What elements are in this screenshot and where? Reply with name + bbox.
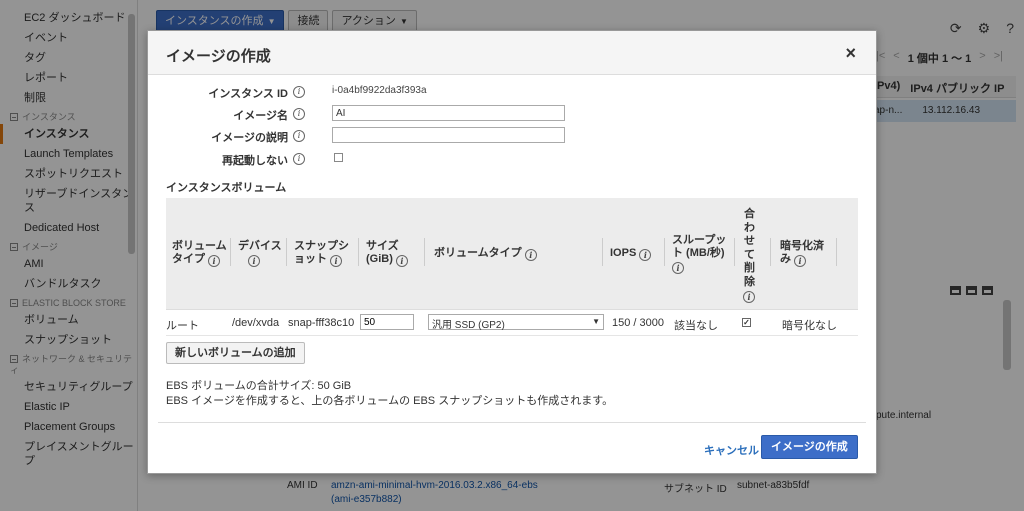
total-size-text: EBS ボリュームの合計サイズ: 50 GiB: [166, 380, 352, 392]
info-icon[interactable]: i: [293, 130, 305, 142]
no-reboot-row: 再起動しない i: [148, 150, 648, 168]
column-header-volume-type: ボリューム タイプ i: [172, 240, 227, 267]
table-row: ルート /dev/xvda snap-fff38c10 汎用 SSD (GP2)…: [166, 310, 858, 336]
column-divider: [602, 238, 603, 266]
image-description-input[interactable]: [332, 127, 565, 143]
instance-id-label: インスタンス ID: [208, 88, 288, 100]
image-name-row: イメージ名 i: [148, 105, 648, 123]
snapshot-cell: snap-fff38c10: [288, 317, 355, 329]
image-name-input[interactable]: [332, 105, 565, 121]
column-divider: [358, 238, 359, 266]
device-cell: /dev/xvda: [232, 317, 280, 329]
column-divider: [286, 238, 287, 266]
instance-id-row: インスタンス ID i i-0a4bf9922da3f393a: [148, 83, 648, 101]
create-image-dialog: イメージの作成 × インスタンス ID i i-0a4bf9922da3f393…: [147, 30, 877, 474]
info-icon[interactable]: i: [330, 255, 343, 267]
info-icon[interactable]: i: [208, 255, 221, 267]
volumes-table: ボリューム タイプ i デバイス i スナップシ ョット i サイズ (GiB) …: [166, 198, 858, 336]
dialog-title: イメージの作成: [166, 48, 271, 65]
column-header-size: サイズ (GiB) i: [366, 240, 420, 267]
footer-divider: [158, 422, 866, 423]
image-description-row: イメージの説明 i: [148, 127, 648, 145]
delete-on-termination-checkbox[interactable]: ✓: [742, 318, 751, 327]
column-divider: [424, 238, 425, 266]
column-header-encrypted: 暗号化済 み i: [780, 240, 824, 267]
column-header-volume-type-select: ボリュームタイプ i: [434, 247, 537, 261]
info-icon[interactable]: i: [293, 108, 305, 120]
column-header-delete-on-termination: 合わせて削除 i: [743, 208, 755, 303]
column-divider: [734, 238, 735, 266]
column-header-device: デバイス i: [238, 240, 282, 267]
column-divider: [230, 238, 231, 266]
column-divider: [664, 238, 665, 266]
volumes-table-header: ボリューム タイプ i デバイス i スナップシ ョット i サイズ (GiB) …: [166, 198, 858, 310]
dialog-header: イメージの作成 ×: [148, 31, 876, 75]
cancel-button[interactable]: キャンセル: [704, 442, 759, 458]
column-header-throughput: スループッ ト (MB/秒) i: [672, 234, 727, 274]
image-description-label: イメージの説明: [211, 132, 288, 144]
volume-summary: EBS ボリュームの合計サイズ: 50 GiB EBS イメージを作成すると、上…: [166, 379, 613, 409]
info-icon[interactable]: i: [794, 255, 807, 267]
column-header-iops: IOPS i: [610, 247, 652, 261]
info-icon[interactable]: i: [248, 255, 260, 267]
add-volume-button[interactable]: 新しいボリュームの追加: [166, 342, 305, 364]
iops-cell: 150 / 3000: [612, 317, 664, 329]
column-header-snapshot: スナップシ ョット i: [294, 240, 349, 267]
throughput-cell: 該当なし: [674, 320, 718, 332]
volume-type-cell: ルート: [166, 320, 199, 332]
create-image-button[interactable]: イメージの作成: [761, 435, 858, 459]
caret-down-icon: ▼: [592, 317, 600, 326]
info-icon[interactable]: i: [639, 249, 652, 261]
volume-type-select[interactable]: 汎用 SSD (GP2) ▼: [428, 314, 604, 331]
column-divider: [836, 238, 837, 266]
encrypted-cell: 暗号化なし: [782, 320, 837, 332]
image-name-label: イメージ名: [233, 110, 288, 122]
info-icon[interactable]: i: [293, 86, 305, 98]
column-divider: [770, 238, 771, 266]
close-icon[interactable]: ×: [845, 44, 856, 62]
info-icon[interactable]: i: [672, 262, 684, 274]
info-icon[interactable]: i: [293, 153, 305, 165]
snapshot-note-text: EBS イメージを作成すると、上の各ボリュームの EBS スナップショットも作成…: [166, 395, 614, 407]
info-icon[interactable]: i: [743, 291, 755, 303]
size-input[interactable]: [360, 314, 414, 330]
info-icon[interactable]: i: [524, 249, 537, 261]
no-reboot-label: 再起動しない: [222, 155, 288, 167]
instance-volumes-title: インスタンスボリューム: [166, 182, 287, 194]
info-icon[interactable]: i: [395, 255, 408, 267]
instance-id-value: i-0a4bf9922da3f393a: [332, 85, 427, 96]
no-reboot-checkbox[interactable]: [334, 153, 343, 162]
